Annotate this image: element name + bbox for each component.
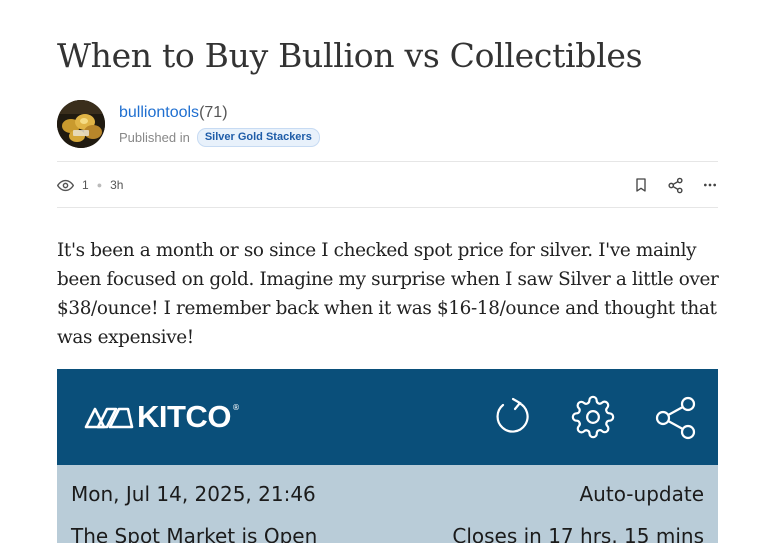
market-closes: Closes in 17 hrs. 15 mins <box>452 524 704 543</box>
kitco-date: Mon, Jul 14, 2025, 21:46 <box>71 482 316 506</box>
avatar[interactable] <box>57 100 105 148</box>
author-line: bulliontools(71) <box>119 103 228 123</box>
share-icon[interactable] <box>667 177 684 194</box>
post-age: 3h <box>110 178 124 192</box>
share-icon[interactable] <box>653 395 699 441</box>
kitco-bars-icon <box>84 407 134 429</box>
published-in: Published in Silver Gold Stackers <box>119 128 320 147</box>
post-body: It's been a month or so since I checked … <box>57 240 719 348</box>
bookmark-icon[interactable] <box>633 177 649 193</box>
view-count: 1 <box>82 178 89 192</box>
post-title: When to Buy Bullion vs Collectibles <box>57 36 643 75</box>
separator-dot: ● <box>96 180 103 190</box>
more-icon[interactable] <box>702 177 718 193</box>
published-label: Published in <box>119 130 190 145</box>
post-page: When to Buy Bullion vs Collectibles bull… <box>0 0 768 543</box>
divider <box>57 207 718 208</box>
divider <box>57 161 718 162</box>
author-name-link[interactable]: bulliontools <box>119 104 199 121</box>
post-actions <box>633 177 718 194</box>
kitco-logo: KITCO ® <box>84 399 240 435</box>
post-meta-bar: 1 ● 3h <box>57 175 718 195</box>
refresh-icon[interactable] <box>491 395 533 437</box>
community-badge[interactable]: Silver Gold Stackers <box>196 128 320 147</box>
kitco-wordmark: KITCO <box>137 399 231 434</box>
registered-mark: ® <box>231 403 240 412</box>
kitco-status-panel: Mon, Jul 14, 2025, 21:46 Auto-update The… <box>57 465 718 543</box>
kitco-screenshot: KITCO ® Mon, Jul 14, 2025, 21:46 Auto-up… <box>57 369 718 543</box>
settings-icon[interactable] <box>571 395 615 439</box>
eye-icon[interactable] <box>57 177 74 194</box>
market-status: The Spot Market is Open <box>71 524 318 543</box>
kitco-header: KITCO ® <box>57 369 718 465</box>
auto-update-toggle[interactable]: Auto-update <box>580 482 705 506</box>
author-reputation: (71) <box>199 104 228 121</box>
